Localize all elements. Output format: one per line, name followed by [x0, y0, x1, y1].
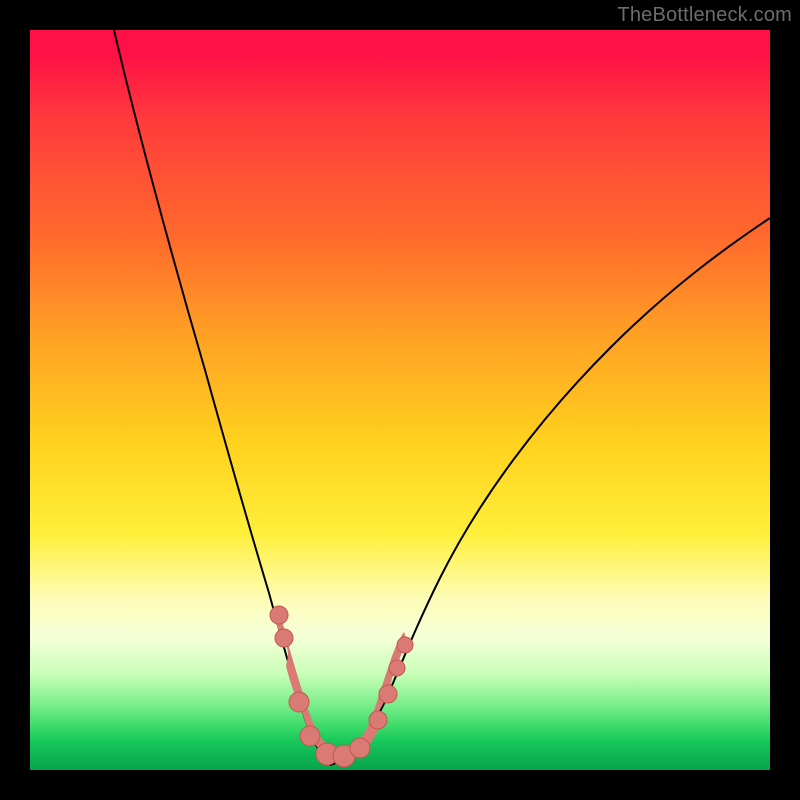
marker-dot — [389, 660, 405, 676]
marker-dot — [397, 637, 413, 653]
right-rising-curve — [330, 218, 770, 765]
marker-dot — [270, 606, 288, 624]
marker-dot — [379, 685, 397, 703]
marker-dot — [350, 738, 370, 758]
curves-layer — [30, 30, 770, 770]
left-falling-curve — [114, 30, 330, 765]
marker-dot — [275, 629, 293, 647]
plot-area — [30, 30, 770, 770]
outer-frame: TheBottleneck.com — [0, 0, 800, 800]
watermark-text: TheBottleneck.com — [617, 4, 792, 27]
marker-dot — [289, 692, 309, 712]
marker-group — [270, 606, 413, 767]
marker-dot — [369, 711, 387, 729]
marker-dot — [300, 726, 320, 746]
